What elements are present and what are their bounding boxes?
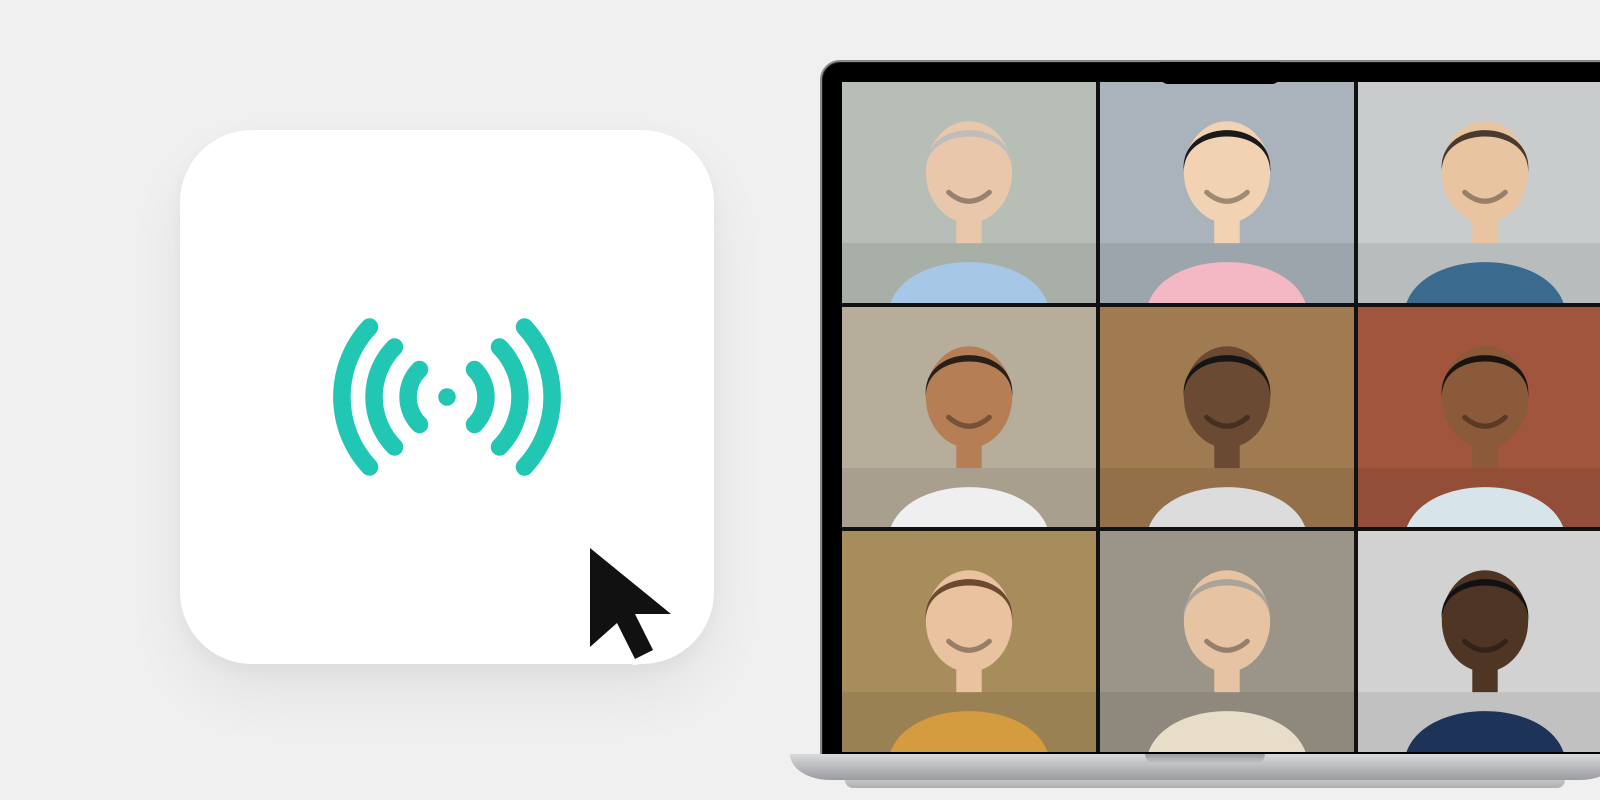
video-tile <box>1100 531 1354 752</box>
video-grid <box>842 82 1600 752</box>
video-tile <box>1358 307 1600 528</box>
video-tile <box>842 82 1096 303</box>
video-tile <box>1358 82 1600 303</box>
broadcast-icon <box>322 297 572 497</box>
laptop-device <box>790 60 1600 800</box>
pointer-cursor-icon <box>560 530 710 680</box>
laptop-screen-bezel <box>820 60 1600 760</box>
video-tile <box>1100 307 1354 528</box>
video-tile <box>1358 531 1600 752</box>
laptop-base <box>790 754 1600 780</box>
video-tile <box>842 531 1096 752</box>
laptop-foot <box>845 780 1565 788</box>
laptop-notch <box>1160 62 1280 84</box>
video-tile <box>842 307 1096 528</box>
video-tile <box>1100 82 1354 303</box>
